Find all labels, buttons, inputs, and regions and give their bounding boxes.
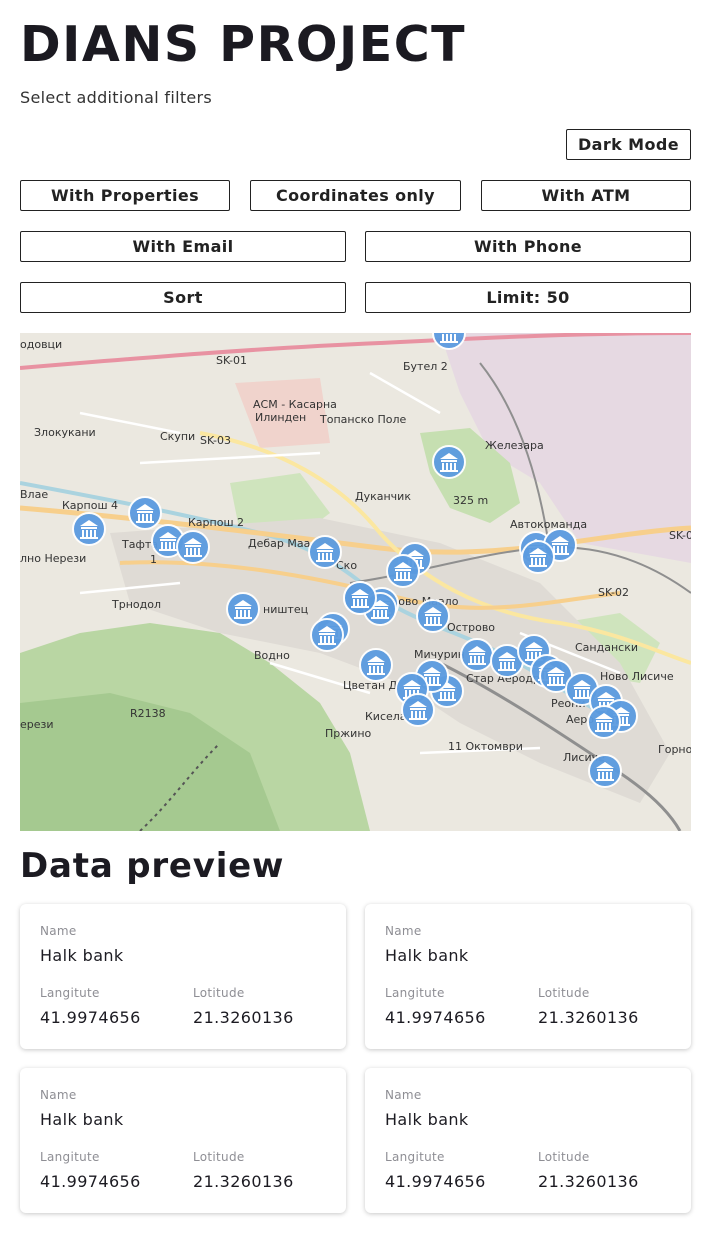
with-phone-button[interactable]: With Phone: [365, 231, 691, 262]
map-label: Дуканчик: [355, 490, 411, 503]
map-label: Бутел 2: [403, 360, 448, 373]
map-label: Горно: [658, 743, 691, 756]
map-label: SK-03: [200, 434, 231, 447]
data-card: Name Halk bank Langitute 41.9974656 Lotitude…: [365, 904, 691, 1049]
bank-marker[interactable]: [460, 638, 494, 672]
name-value: Halk bank: [385, 946, 469, 965]
bank-marker[interactable]: [587, 705, 621, 739]
latitude-value: 21.3260136: [193, 1172, 294, 1191]
longitude-label: Langitute: [40, 1150, 100, 1164]
map-label: Трнодол: [111, 598, 161, 611]
bank-marker[interactable]: [386, 554, 420, 588]
map-label: Острово: [447, 621, 495, 634]
map-label: Водно: [254, 649, 290, 662]
latitude-label: Lotitude: [538, 986, 590, 1000]
latitude-value: 21.3260136: [538, 1008, 639, 1027]
name-value: Halk bank: [40, 946, 124, 965]
bank-marker[interactable]: [226, 592, 260, 626]
map-view[interactable]: SK-01 Бутел 2 АСМ - Касарна Илинден Топанско…: [20, 333, 691, 831]
map-label: Ново Лисиче: [600, 670, 674, 683]
bank-marker[interactable]: [416, 599, 450, 633]
name-value: Halk bank: [40, 1110, 124, 1129]
map-label: 325 m: [453, 494, 488, 507]
longitude-label: Langitute: [385, 986, 445, 1000]
data-card: Name Halk bank Langitute 41.9974656 Lotitude…: [365, 1068, 691, 1213]
longitude-label: Langitute: [40, 986, 100, 1000]
map-label: SK-01: [216, 354, 247, 367]
map-label: SK-0: [669, 529, 691, 542]
map-label: одовци: [20, 338, 62, 351]
map-label: Сандански: [575, 641, 638, 654]
map-label: Мичурин: [414, 648, 465, 661]
map-label: ништец: [263, 603, 308, 616]
map-label: R2138: [130, 707, 166, 720]
map-label: SK-02: [598, 586, 629, 599]
longitude-value: 41.9974656: [385, 1172, 486, 1191]
longitude-value: 41.9974656: [40, 1172, 141, 1191]
bank-marker[interactable]: [359, 648, 393, 682]
dark-mode-button[interactable]: Dark Mode: [566, 129, 691, 160]
map-label: ерези: [20, 718, 54, 731]
bank-marker[interactable]: [432, 445, 466, 479]
with-properties-button[interactable]: With Properties: [20, 180, 230, 211]
map-label: Скупи: [160, 430, 195, 443]
map-label: АСМ - Касарна: [253, 398, 337, 411]
longitude-label: Langitute: [385, 1150, 445, 1164]
name-label: Name: [40, 1088, 77, 1102]
bank-marker[interactable]: [343, 581, 377, 615]
latitude-label: Lotitude: [538, 1150, 590, 1164]
bank-marker[interactable]: [310, 618, 344, 652]
latitude-label: Lotitude: [193, 986, 245, 1000]
map-label: Злокукани: [34, 426, 96, 439]
bank-marker[interactable]: [588, 754, 622, 788]
name-label: Name: [385, 1088, 422, 1102]
map-label: 1: [150, 553, 157, 566]
data-preview-title: Data preview: [20, 846, 285, 886]
latitude-value: 21.3260136: [193, 1008, 294, 1027]
map-label: Влае: [20, 488, 48, 501]
map-label: Автокоманда: [510, 518, 587, 531]
map-label: Карпош 4: [62, 499, 118, 512]
name-label: Name: [385, 924, 422, 938]
map-label: лно Нерези: [20, 552, 86, 565]
map-label: Кисела: [365, 710, 407, 723]
with-email-button[interactable]: With Email: [20, 231, 346, 262]
bank-marker[interactable]: [176, 530, 210, 564]
map-label: Карпош 2: [188, 516, 244, 529]
map-label: Дебар Маа: [248, 537, 310, 550]
map-label: 11 Октомври: [448, 740, 523, 753]
map-label: Илинден: [255, 411, 306, 424]
map-label: Пржино: [325, 727, 372, 740]
map-label: Топанско Поле: [319, 413, 407, 426]
name-label: Name: [40, 924, 77, 938]
bank-marker[interactable]: [401, 693, 435, 727]
limit-button[interactable]: Limit: 50: [365, 282, 691, 313]
coordinates-only-button[interactable]: Coordinates only: [250, 180, 461, 211]
bank-marker[interactable]: [128, 496, 162, 530]
longitude-value: 41.9974656: [40, 1008, 141, 1027]
filters-subtitle: Select additional filters: [20, 88, 213, 107]
bank-marker[interactable]: [521, 540, 555, 574]
page-title: DIANS PROJECT: [20, 16, 467, 73]
longitude-value: 41.9974656: [385, 1008, 486, 1027]
name-value: Halk bank: [385, 1110, 469, 1129]
map-label: Железара: [485, 439, 544, 452]
with-atm-button[interactable]: With ATM: [481, 180, 691, 211]
bank-marker[interactable]: [308, 535, 342, 569]
data-card: Name Halk bank Langitute 41.9974656 Lotitude…: [20, 904, 346, 1049]
bank-marker[interactable]: [72, 512, 106, 546]
data-card: Name Halk bank Langitute 41.9974656 Lotitude…: [20, 1068, 346, 1213]
sort-button[interactable]: Sort: [20, 282, 346, 313]
latitude-label: Lotitude: [193, 1150, 245, 1164]
latitude-value: 21.3260136: [538, 1172, 639, 1191]
